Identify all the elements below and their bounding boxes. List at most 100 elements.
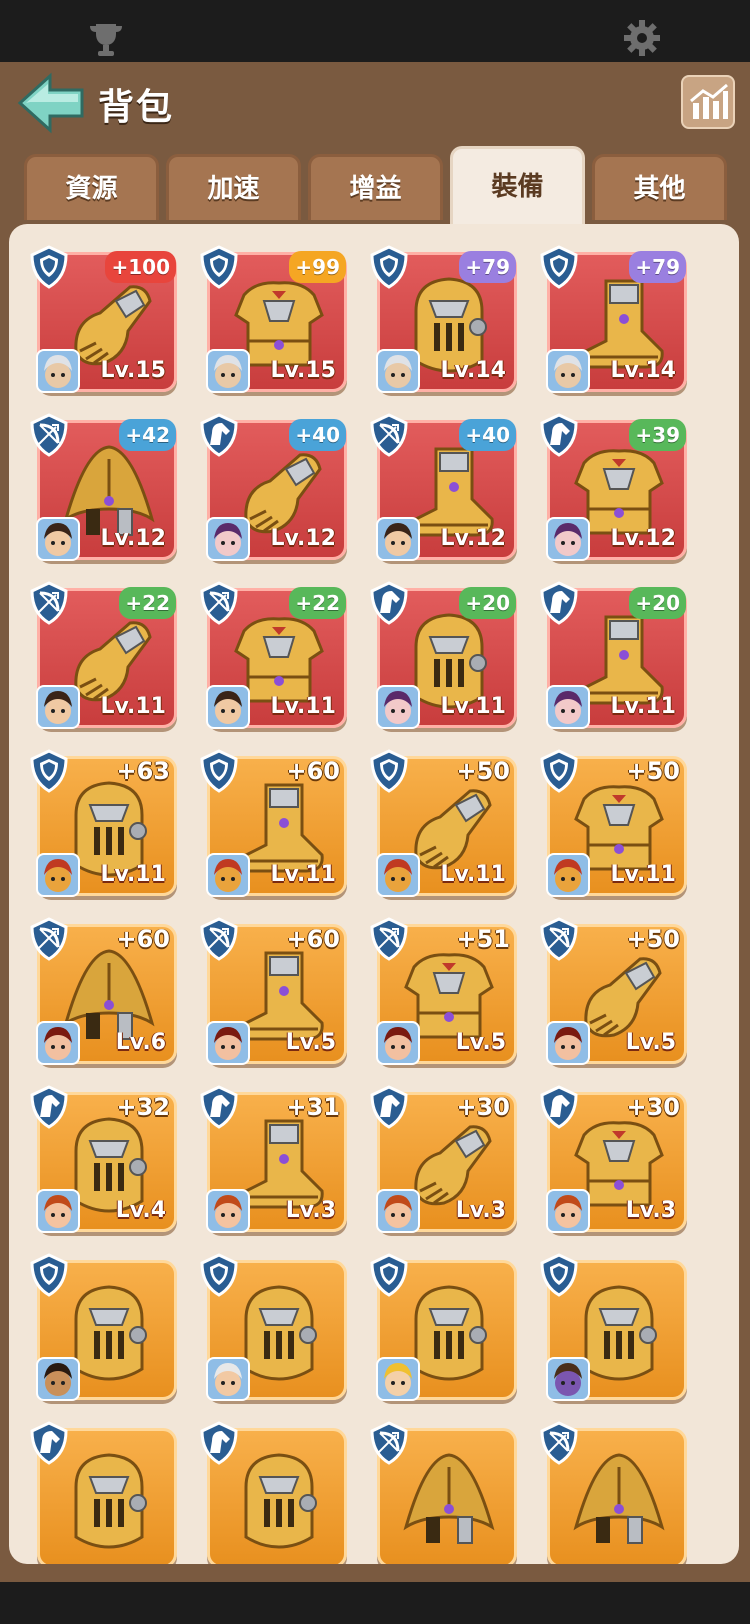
- helmet-icon: [74, 1453, 147, 1549]
- hero-avatar: [376, 853, 420, 897]
- equipment-card[interactable]: +22 Lv.11: [200, 581, 347, 729]
- level-label: Lv.3: [625, 1198, 676, 1223]
- bonus-badge: +31: [286, 1093, 340, 1121]
- equipment-card[interactable]: [540, 1421, 687, 1564]
- bonus-badge: +79: [629, 251, 686, 283]
- equipment-card[interactable]: +60 Lv.6: [30, 917, 177, 1065]
- equipment-card[interactable]: +79 Lv.14: [370, 245, 517, 393]
- tab-other[interactable]: 其他: [592, 154, 727, 220]
- equipment-card[interactable]: +32 Lv.4: [30, 1085, 177, 1233]
- bonus-badge: +39: [629, 419, 686, 451]
- equipment-card[interactable]: [540, 1253, 687, 1401]
- equipment-card[interactable]: [370, 1421, 517, 1564]
- equipment-card[interactable]: [30, 1253, 177, 1401]
- hero-avatar: [546, 1357, 590, 1401]
- tab-boosts[interactable]: 增益: [308, 154, 443, 220]
- level-label: Lv.11: [270, 862, 336, 887]
- equipment-card[interactable]: +99 Lv.15: [200, 245, 347, 393]
- bonus-badge: +50: [626, 925, 680, 953]
- bonus-badge: +22: [289, 587, 346, 619]
- bonus-badge: +20: [629, 587, 686, 619]
- level-label: Lv.15: [270, 358, 336, 383]
- equipment-card[interactable]: +30 Lv.3: [370, 1085, 517, 1233]
- bonus-badge: +60: [286, 925, 340, 953]
- gear-icon[interactable]: [622, 18, 662, 58]
- shield-icon: [540, 749, 578, 793]
- hero-avatar: [206, 517, 250, 561]
- hero-avatar: [376, 1189, 420, 1233]
- level-label: Lv.3: [285, 1198, 336, 1223]
- horse-icon: [200, 413, 238, 457]
- hero-avatar: [376, 1357, 420, 1401]
- tab-resources[interactable]: 資源: [24, 154, 159, 220]
- level-label: Lv.11: [610, 694, 676, 719]
- horse-icon: [370, 1085, 408, 1129]
- equipment-card[interactable]: +20 Lv.11: [540, 581, 687, 729]
- equipment-card[interactable]: +22 Lv.11: [30, 581, 177, 729]
- page-title: 背包: [98, 87, 175, 128]
- equipment-card[interactable]: +20 Lv.11: [370, 581, 517, 729]
- bow-icon: [30, 581, 68, 625]
- equipment-grid: +100 Lv.15 +99 Lv.15 +79 Lv.14 +79 Lv.14 +42 Lv.1…: [9, 224, 739, 1564]
- equipment-card[interactable]: +79 Lv.14: [540, 245, 687, 393]
- equipment-card[interactable]: +31 Lv.3: [200, 1085, 347, 1233]
- level-label: Lv.11: [100, 862, 166, 887]
- horse-icon: [540, 1085, 578, 1129]
- trophy-icon[interactable]: [86, 20, 126, 60]
- bow-icon: [200, 581, 238, 625]
- hero-avatar: [206, 685, 250, 729]
- level-label: Lv.11: [610, 862, 676, 887]
- equipment-card[interactable]: +39 Lv.12: [540, 413, 687, 561]
- bonus-badge: +40: [459, 419, 516, 451]
- equipment-card[interactable]: +100 Lv.15: [30, 245, 177, 393]
- bonus-badge: +20: [459, 587, 516, 619]
- level-label: Lv.12: [610, 526, 676, 551]
- hero-avatar: [36, 1357, 80, 1401]
- bonus-badge: +30: [456, 1093, 510, 1121]
- level-label: Lv.14: [440, 358, 506, 383]
- equipment-card[interactable]: +50 Lv.5: [540, 917, 687, 1065]
- equipment-card[interactable]: +51 Lv.5: [370, 917, 517, 1065]
- stats-button[interactable]: [681, 75, 735, 129]
- equipment-card[interactable]: +50 Lv.11: [540, 749, 687, 897]
- hero-avatar: [36, 685, 80, 729]
- equipment-card[interactable]: +60 Lv.5: [200, 917, 347, 1065]
- hero-avatar: [206, 349, 250, 393]
- equipment-card[interactable]: +63 Lv.11: [30, 749, 177, 897]
- shield-icon: [540, 245, 578, 289]
- equipment-card[interactable]: +60 Lv.11: [200, 749, 347, 897]
- tab-speedups[interactable]: 加速: [166, 154, 301, 220]
- hood-icon: [403, 1453, 495, 1544]
- bonus-badge: +32: [116, 1093, 170, 1121]
- bonus-badge: +50: [626, 757, 680, 785]
- level-label: Lv.12: [270, 526, 336, 551]
- bow-icon: [540, 1421, 578, 1465]
- equipment-card[interactable]: +42 Lv.12: [30, 413, 177, 561]
- hero-avatar: [546, 1021, 590, 1065]
- equipment-card[interactable]: [200, 1421, 347, 1564]
- bonus-badge: +99: [289, 251, 346, 283]
- level-label: Lv.5: [455, 1030, 506, 1055]
- bow-icon: [370, 413, 408, 457]
- level-label: Lv.15: [100, 358, 166, 383]
- level-label: Lv.11: [440, 694, 506, 719]
- equipment-card[interactable]: +50 Lv.11: [370, 749, 517, 897]
- equipment-card[interactable]: +40 Lv.12: [200, 413, 347, 561]
- bonus-badge: +60: [116, 925, 170, 953]
- bonus-badge: +30: [626, 1093, 680, 1121]
- bonus-badge: +40: [289, 419, 346, 451]
- equipment-card[interactable]: [370, 1253, 517, 1401]
- equipment-card[interactable]: [200, 1253, 347, 1401]
- hero-avatar: [546, 685, 590, 729]
- back-arrow-icon[interactable]: [16, 72, 88, 134]
- equipment-card[interactable]: [30, 1421, 177, 1564]
- bonus-badge: +51: [456, 925, 510, 953]
- level-label: Lv.14: [610, 358, 676, 383]
- equipment-card[interactable]: +40 Lv.12: [370, 413, 517, 561]
- horse-icon: [30, 1085, 68, 1129]
- equipment-card[interactable]: +30 Lv.3: [540, 1085, 687, 1233]
- tab-equipment[interactable]: 裝備: [450, 146, 585, 226]
- horse-icon: [540, 413, 578, 457]
- bonus-badge: +50: [456, 757, 510, 785]
- bonus-badge: +60: [286, 757, 340, 785]
